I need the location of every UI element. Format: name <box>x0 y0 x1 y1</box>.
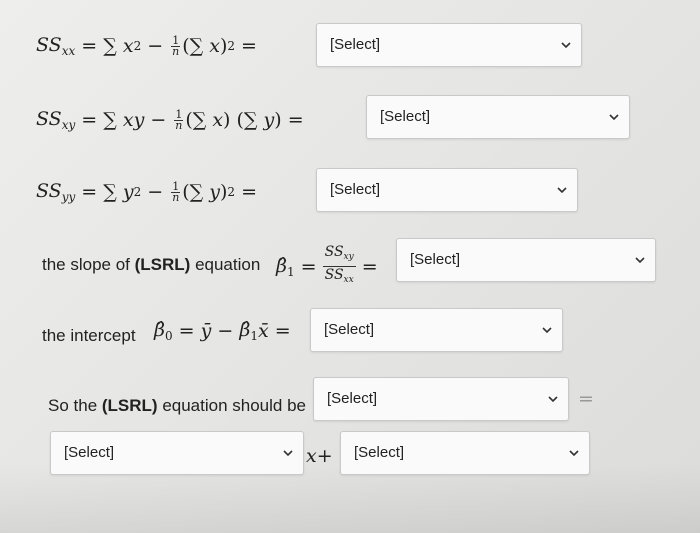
equals-sign: = <box>578 388 594 410</box>
ssyy-formula: SSyy = ∑ y2 − 1n (∑ y) 2 = <box>36 179 258 204</box>
ssxy-select[interactable]: [Select] <box>366 95 630 139</box>
slope-select[interactable]: [Select] <box>396 238 656 282</box>
ssyy-select-value: [Select] <box>330 181 381 198</box>
chevron-down-icon <box>609 114 619 121</box>
final-equation-label: So the (LSRL) equation should be <box>48 396 306 415</box>
intercept-label: the intercept <box>42 326 136 345</box>
chevron-down-icon <box>542 327 552 334</box>
chevron-down-icon <box>557 187 567 194</box>
chevron-down-icon <box>548 396 558 403</box>
ssyy-select[interactable]: [Select] <box>316 168 578 212</box>
intercept-select[interactable]: [Select] <box>310 308 563 352</box>
x-plus-term: x + <box>306 445 333 467</box>
ssxx-formula: SSxx = ∑ x2 − 1n (∑ x) 2 = <box>36 33 257 58</box>
final-intercept-select[interactable]: [Select] <box>50 431 304 475</box>
final-top-select[interactable]: [Select] <box>313 377 569 421</box>
chevron-down-icon <box>569 450 579 457</box>
chevron-down-icon <box>635 257 645 264</box>
final-slope-select[interactable]: [Select] <box>340 431 590 475</box>
final-top-select-value: [Select] <box>327 390 378 407</box>
intercept-formula: β̂0 = ȳ − β̂1 x̄ = <box>154 319 291 343</box>
ssxy-select-value: [Select] <box>380 108 431 125</box>
chevron-down-icon <box>561 42 571 49</box>
chevron-down-icon <box>283 450 293 457</box>
intercept-select-value: [Select] <box>324 321 375 338</box>
ssxy-formula: SSxy = ∑ xy − 1n (∑ x) (∑ y) = <box>36 107 304 132</box>
final-intercept-select-value: [Select] <box>64 444 115 461</box>
slope-select-value: [Select] <box>410 251 461 268</box>
ssxx-select-value: [Select] <box>330 36 381 53</box>
ssxx-select[interactable]: [Select] <box>316 23 582 67</box>
slope-formula: β̂1 = SSxy SSxx = <box>276 244 378 285</box>
final-slope-select-value: [Select] <box>354 444 405 461</box>
slope-label: the slope of (LSRL) equation <box>42 255 261 274</box>
